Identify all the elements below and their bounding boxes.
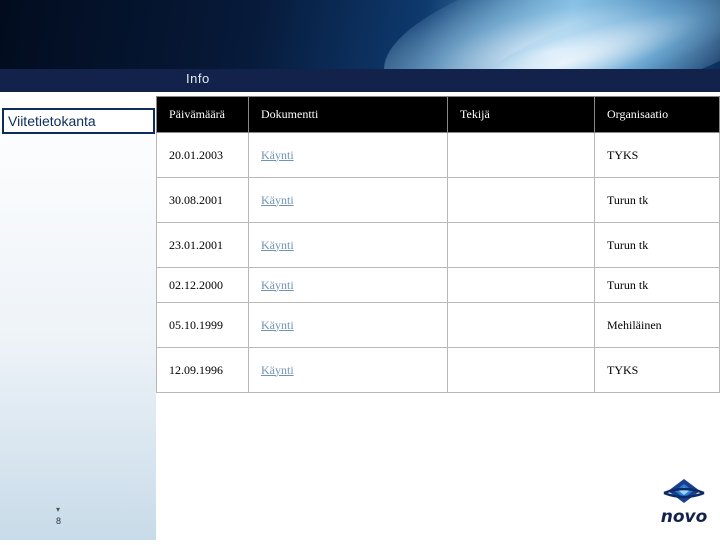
cell-date: 30.08.2001 (156, 177, 249, 223)
cell-date: 05.10.1999 (156, 302, 249, 348)
left-panel (0, 92, 156, 540)
cell-author (447, 222, 595, 268)
cell-author (447, 347, 595, 393)
reference-table: Päivämäärä Dokumentti Tekijä Organisaati… (156, 96, 720, 393)
cell-organization: Mehiläinen (594, 302, 720, 348)
cell-author (447, 267, 595, 303)
cell-date: 12.09.1996 (156, 347, 249, 393)
cell-document: Käynti (248, 267, 448, 303)
cell-author (447, 132, 595, 178)
novo-logo: novo (648, 464, 720, 540)
cell-document: Käynti (248, 177, 448, 223)
document-link[interactable]: Käynti (261, 193, 294, 207)
cell-date: 20.01.2003 (156, 132, 249, 178)
document-link[interactable]: Käynti (261, 318, 294, 332)
cell-date: 02.12.2000 (156, 267, 249, 303)
column-header-document[interactable]: Dokumentti (248, 96, 448, 133)
novo-logo-mark: novo (661, 479, 708, 527)
cell-organization: TYKS (594, 347, 720, 393)
page-marker-icon: ▾ (56, 505, 61, 514)
table-row: 05.10.1999 Käynti Mehiläinen (156, 302, 720, 348)
cell-date: 23.01.2001 (156, 222, 249, 268)
cell-organization: Turun tk (594, 177, 720, 223)
column-header-author[interactable]: Tekijä (447, 96, 595, 133)
cell-document: Käynti (248, 347, 448, 393)
logo-text: novo (661, 507, 708, 527)
cell-document: Käynti (248, 132, 448, 178)
page-number: 8 (56, 516, 62, 526)
cell-organization: TYKS (594, 132, 720, 178)
column-header-organization[interactable]: Organisaatio (594, 96, 720, 133)
cell-document: Käynti (248, 222, 448, 268)
cell-organization: Turun tk (594, 267, 720, 303)
table-row: 30.08.2001 Käynti Turun tk (156, 177, 720, 223)
section-label: Info (186, 71, 210, 86)
document-link[interactable]: Käynti (261, 148, 294, 162)
sidebar-title: Viitetietokanta (2, 108, 155, 134)
column-header-date[interactable]: Päivämäärä (156, 96, 249, 133)
document-link[interactable]: Käynti (261, 238, 294, 252)
table-row: 12.09.1996 Käynti TYKS (156, 347, 720, 393)
document-link[interactable]: Käynti (261, 363, 294, 377)
cell-document: Käynti (248, 302, 448, 348)
document-link[interactable]: Käynti (261, 278, 294, 292)
info-bar (0, 69, 720, 92)
table-header-row: Päivämäärä Dokumentti Tekijä Organisaati… (156, 96, 720, 133)
table-row: 23.01.2001 Käynti Turun tk (156, 222, 720, 268)
table-row: 02.12.2000 Käynti Turun tk (156, 267, 720, 303)
cell-organization: Turun tk (594, 222, 720, 268)
cell-author (447, 177, 595, 223)
table-row: 20.01.2003 Käynti TYKS (156, 132, 720, 178)
cell-author (447, 302, 595, 348)
